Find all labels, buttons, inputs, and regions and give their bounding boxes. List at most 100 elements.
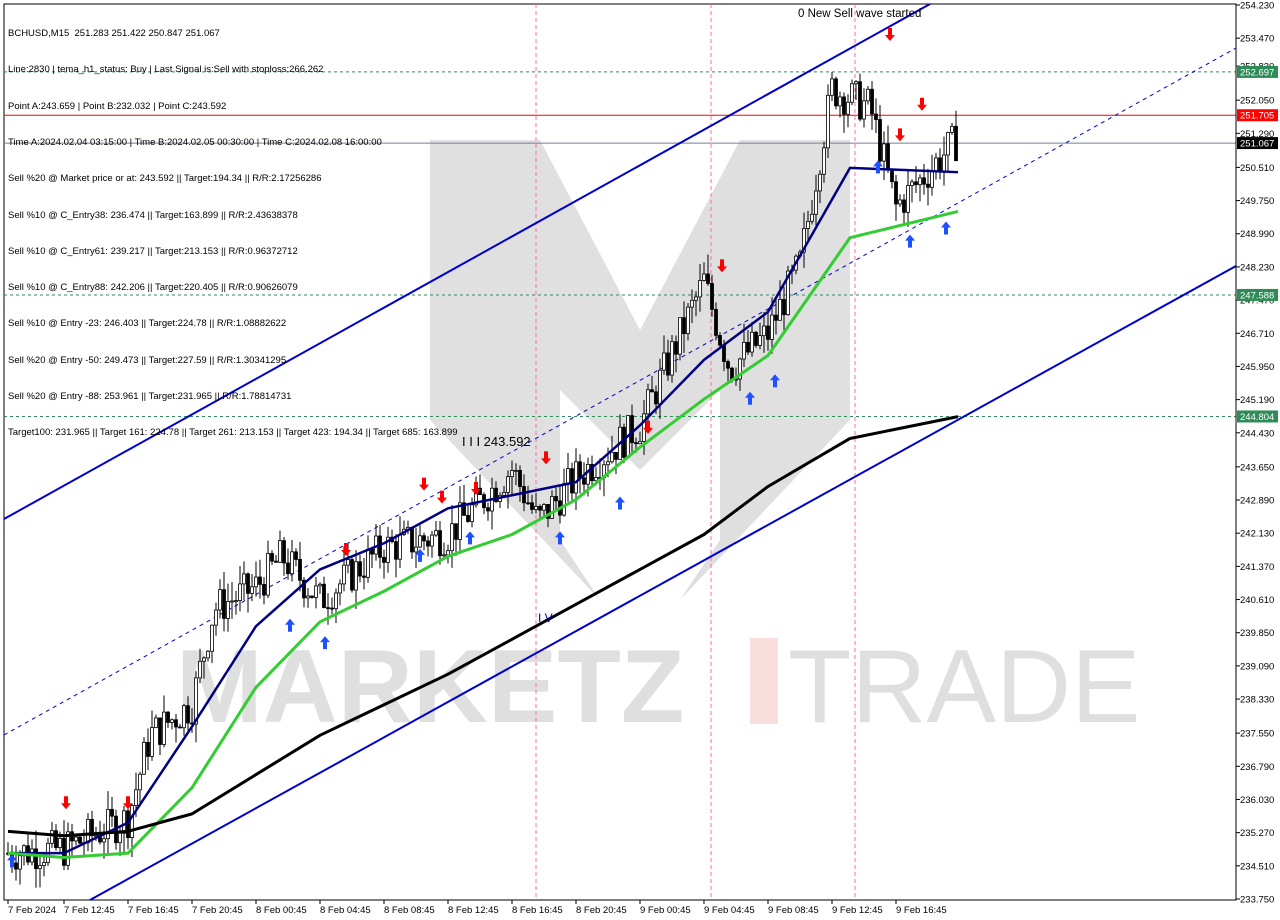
- candle-body: [258, 576, 262, 585]
- candle-body: [146, 741, 150, 757]
- candle-body: [854, 81, 858, 85]
- candle-body: [682, 317, 686, 335]
- candle-body: [774, 314, 778, 321]
- candle-body: [630, 415, 634, 444]
- candle-body: [542, 504, 546, 511]
- candle-body: [614, 451, 618, 460]
- time-axis: 7 Feb 2024 7 Feb 12:45 7 Feb 16:45 7 Feb 20…: [7, 900, 947, 916]
- candle-body: [762, 325, 766, 337]
- candle-body: [110, 808, 114, 817]
- candle-body: [882, 143, 886, 162]
- candle-body: [458, 502, 462, 540]
- candle-body: [506, 476, 510, 493]
- candle-body: [814, 190, 818, 215]
- candle-body: [486, 507, 490, 512]
- candle-body: [830, 78, 834, 96]
- candle-body: [158, 717, 162, 745]
- candle-body: [606, 461, 610, 466]
- candle-body: [754, 331, 758, 346]
- candle-body: [394, 541, 398, 560]
- candle-body: [210, 624, 214, 652]
- candle-body: [382, 556, 386, 563]
- price-tick-label: 243.650: [1240, 462, 1274, 473]
- candle-body: [758, 335, 762, 346]
- candle-body: [726, 361, 730, 369]
- candle-body: [470, 504, 474, 522]
- candle-body: [534, 505, 538, 510]
- candle-body: [58, 837, 62, 848]
- candle-body: [450, 523, 454, 552]
- info-line: Sell %20 @ Market price or at: 243.592 |…: [8, 173, 322, 185]
- candle-body: [42, 862, 46, 866]
- candle-body: [622, 426, 626, 458]
- time-tick-label: 8 Feb 00:45: [256, 905, 307, 916]
- level-tag-label: 251.705: [1240, 111, 1274, 122]
- candle-body: [150, 727, 154, 757]
- candle-body: [154, 717, 158, 728]
- price-tick-label: 242.130: [1240, 529, 1274, 540]
- candle-body: [686, 306, 690, 335]
- price-tick-label: 244.430: [1240, 428, 1274, 439]
- candle-body: [230, 600, 234, 603]
- price-tick-label: 245.950: [1240, 362, 1274, 373]
- candle-body: [934, 157, 938, 172]
- candle-body: [938, 157, 942, 172]
- candle-body: [118, 832, 122, 844]
- price-tick-label: 254.230: [1240, 1, 1274, 12]
- time-tick-label: 8 Feb 08:45: [384, 905, 435, 916]
- candle-body: [454, 523, 458, 540]
- candle-body: [766, 325, 770, 340]
- candle-body: [442, 554, 446, 557]
- candle-body: [810, 213, 814, 222]
- candle-body: [710, 283, 714, 310]
- candle-body: [610, 451, 614, 463]
- candle-body: [658, 369, 662, 405]
- candle-body: [846, 101, 850, 115]
- candle-body: [502, 492, 506, 496]
- candle-body: [250, 586, 254, 594]
- candle-body: [246, 573, 250, 594]
- candle-body: [198, 660, 202, 679]
- info-line: BCHUSD,M15 251.283 251.422 250.847 251.0…: [8, 28, 220, 40]
- candle-body: [950, 125, 954, 133]
- candle-body: [262, 583, 266, 596]
- candle-body: [750, 331, 754, 353]
- candle-body: [430, 534, 434, 547]
- candle-body: [266, 553, 270, 596]
- candle-body: [342, 564, 346, 585]
- price-tick-label: 248.990: [1240, 229, 1274, 240]
- candle-body: [326, 607, 330, 609]
- level-tag-label: 252.697: [1240, 67, 1274, 78]
- candle-body: [334, 592, 338, 610]
- candle-body: [858, 81, 862, 120]
- candle-body: [914, 181, 918, 186]
- candle-body: [270, 553, 274, 562]
- candle-body: [894, 181, 898, 205]
- candle-body: [526, 502, 530, 505]
- wave-iv-label: I V: [538, 611, 553, 625]
- candle-body: [138, 773, 142, 791]
- candle-body: [226, 601, 230, 619]
- candle-body: [74, 836, 78, 842]
- candle-body: [214, 609, 218, 626]
- candle-body: [222, 589, 226, 619]
- time-tick-label: 7 Feb 12:45: [64, 905, 115, 916]
- candle-body: [770, 314, 774, 340]
- candle-body: [702, 273, 706, 281]
- candle-body: [874, 113, 878, 120]
- candle-body: [870, 88, 874, 115]
- price-tick-label: 236.030: [1240, 795, 1274, 806]
- candle-body: [238, 583, 242, 601]
- candle-body: [570, 468, 574, 494]
- watermark-bar: [750, 638, 778, 724]
- candle-body: [350, 559, 354, 591]
- candle-body: [586, 463, 590, 485]
- candle-body: [850, 83, 854, 103]
- candle-body: [410, 527, 414, 553]
- candle-body: [838, 96, 842, 107]
- candle-body: [86, 819, 90, 844]
- wave-iii-label: I I I 243.592: [462, 434, 531, 449]
- candle-body: [178, 726, 182, 729]
- candle-body: [906, 185, 910, 213]
- candle-body: [698, 280, 702, 298]
